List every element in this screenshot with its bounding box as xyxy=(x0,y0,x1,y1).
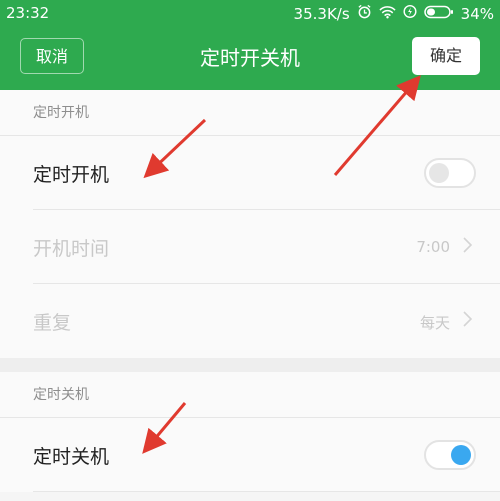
chevron-right-icon xyxy=(458,308,476,330)
power-on-time-label: 开机时间 xyxy=(33,238,110,260)
confirm-button[interactable]: 确定 xyxy=(412,37,480,75)
switch-knob xyxy=(451,445,471,465)
status-time: 23:32 xyxy=(6,4,50,22)
repeat-row[interactable]: 重复 每天 xyxy=(33,284,500,358)
switch-knob xyxy=(429,163,449,183)
power-off-toggle-label: 定时关机 xyxy=(33,446,110,468)
power-off-section: 定时关机 定时关机 xyxy=(0,372,500,492)
charging-icon xyxy=(403,4,417,23)
power-on-section-header: 定时开机 xyxy=(0,90,500,136)
power-on-toggle-label: 定时开机 xyxy=(33,164,110,186)
chevron-right-icon xyxy=(458,234,476,256)
power-on-toggle-row[interactable]: 定时开机 xyxy=(33,136,500,210)
alarm-icon xyxy=(357,4,372,23)
power-off-switch[interactable] xyxy=(424,440,476,470)
repeat-label: 重复 xyxy=(33,312,72,334)
status-indicators: 35.3K/s 34% xyxy=(294,4,494,23)
power-on-time-value: 7:00 xyxy=(416,238,450,256)
status-net-speed: 35.3K/s xyxy=(293,4,350,23)
power-off-section-header: 定时关机 xyxy=(0,372,500,418)
power-off-toggle-row[interactable]: 定时关机 xyxy=(33,418,500,492)
battery-percent: 34% xyxy=(460,4,494,23)
battery-icon xyxy=(423,5,454,23)
repeat-value: 每天 xyxy=(419,314,450,332)
power-on-time-row[interactable]: 开机时间 7:00 xyxy=(33,210,500,284)
power-on-switch[interactable] xyxy=(424,158,476,188)
status-bar: 23:32 35.3K/s 34% xyxy=(0,0,500,28)
app-bar: 取消 定时开关机 确定 xyxy=(0,28,500,90)
wifi-icon xyxy=(379,5,396,23)
section-divider xyxy=(0,358,500,372)
power-on-section: 定时开机 定时开机 开机时间 7:00 重复 每天 xyxy=(0,90,500,358)
